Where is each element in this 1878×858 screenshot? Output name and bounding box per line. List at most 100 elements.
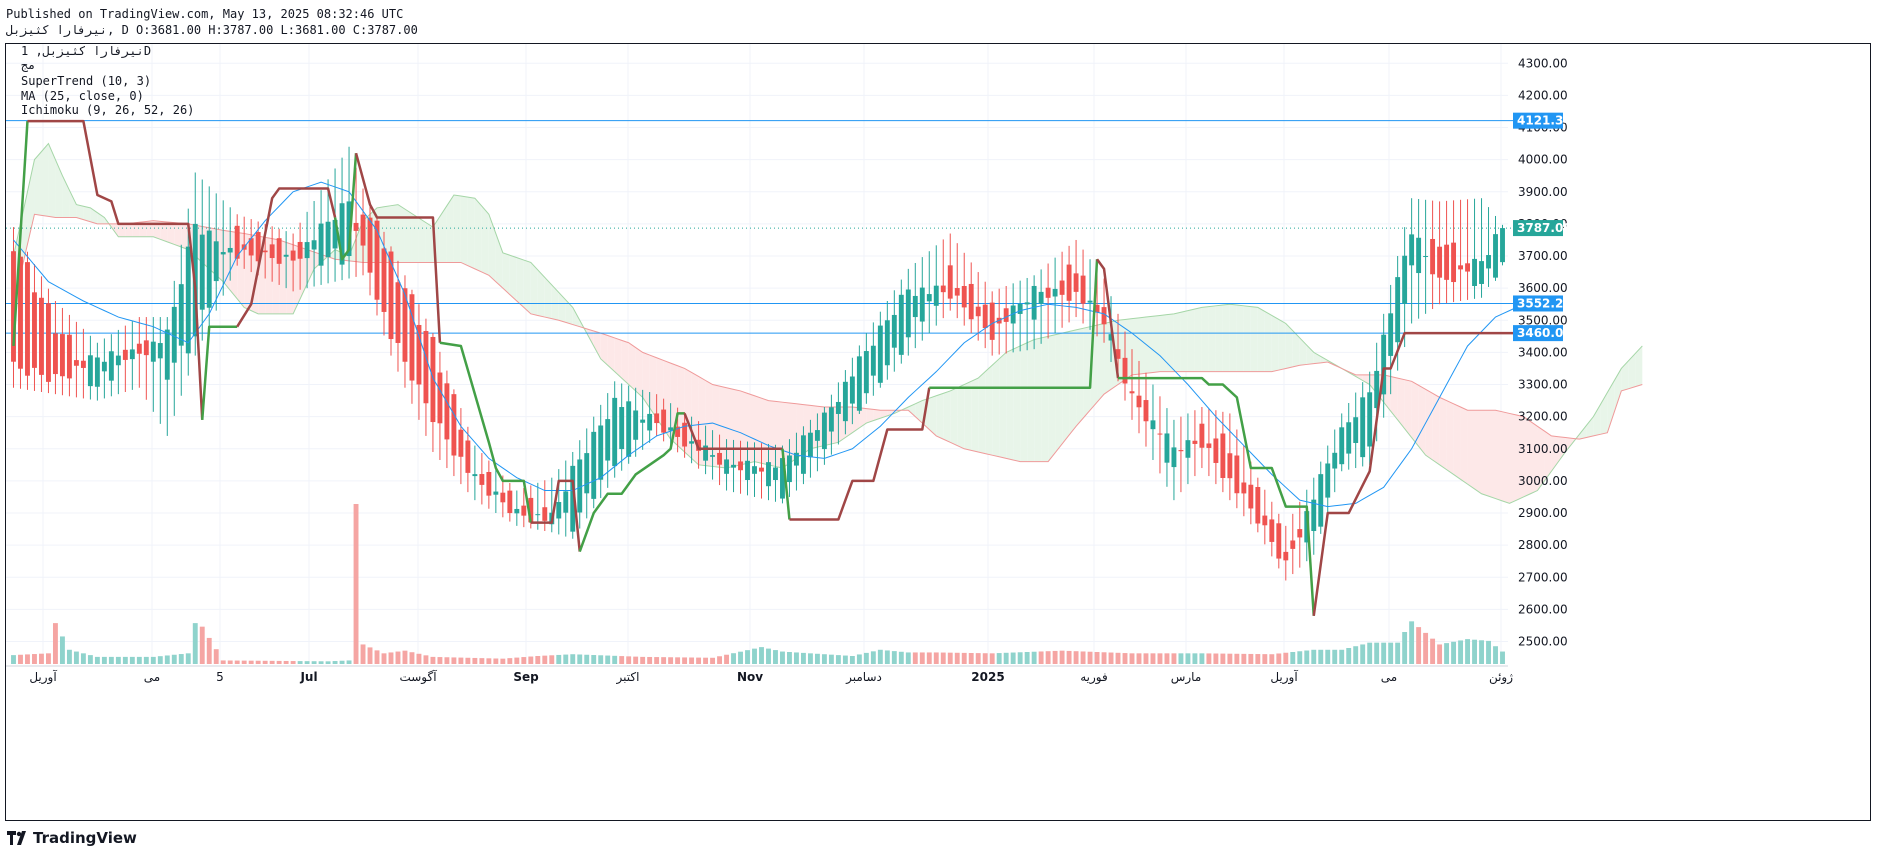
volume-bar bbox=[143, 656, 149, 664]
volume-bar bbox=[444, 657, 450, 664]
price-axis-tick: 3400.00 bbox=[1518, 345, 1568, 359]
cloud-segment bbox=[446, 194, 454, 263]
volume-bar bbox=[780, 651, 785, 664]
volume-bar bbox=[1101, 652, 1107, 664]
price-chart[interactable]: 4300.004200.004100.004000.003900.003800.… bbox=[6, 44, 1870, 820]
cloud-segment bbox=[936, 393, 944, 440]
chart-frame[interactable]: 4300.004200.004100.004000.003900.003800.… bbox=[5, 43, 1871, 821]
candle-body bbox=[143, 340, 149, 356]
cloud-segment bbox=[1460, 407, 1468, 485]
volume-bar bbox=[996, 653, 1002, 664]
legend-ichimoku[interactable]: Ichimoku (9, 26, 52, 26) bbox=[21, 103, 194, 117]
cloud-segment bbox=[621, 340, 629, 385]
volume-bar bbox=[367, 647, 373, 664]
candle-body bbox=[108, 351, 114, 381]
candle-body bbox=[129, 349, 135, 360]
cloud-segment bbox=[992, 358, 1000, 457]
tradingview-logo[interactable]: TradingView bbox=[7, 829, 137, 847]
candle-body bbox=[479, 474, 485, 485]
candle-body bbox=[297, 241, 303, 259]
candle-body bbox=[1003, 308, 1009, 322]
volume-bar bbox=[584, 654, 590, 664]
volume-bar bbox=[59, 636, 65, 664]
candle-body bbox=[1290, 540, 1296, 549]
cloud-segment bbox=[1488, 410, 1496, 499]
cloud-segment bbox=[34, 151, 42, 216]
candle-body bbox=[982, 304, 988, 329]
volume-bar bbox=[1360, 644, 1366, 664]
cloud-segment bbox=[1243, 305, 1251, 372]
volume-bar bbox=[724, 654, 729, 664]
candle-body bbox=[1402, 255, 1408, 304]
volume-bar bbox=[150, 656, 156, 664]
volume-bar bbox=[1451, 641, 1457, 664]
cloud-segment bbox=[460, 196, 468, 266]
cloud-segment bbox=[957, 384, 965, 449]
cloud-segment bbox=[1278, 319, 1286, 371]
volume-bar bbox=[689, 657, 695, 664]
candle-body bbox=[1101, 307, 1107, 325]
legend-supertrend[interactable]: SuperTrend (10, 3) bbox=[21, 74, 151, 88]
candle-body bbox=[1332, 452, 1338, 469]
cloud-segment bbox=[1481, 410, 1489, 497]
candle-body bbox=[905, 289, 911, 338]
volume-bar bbox=[94, 656, 100, 664]
candle-body bbox=[80, 360, 86, 368]
cloud-segment bbox=[733, 389, 741, 467]
candle-body bbox=[66, 334, 72, 379]
volume-bar bbox=[1185, 653, 1191, 664]
cloud-segment bbox=[1194, 307, 1202, 372]
candle-body bbox=[458, 429, 464, 457]
cloud-segment bbox=[1048, 334, 1056, 462]
volume-bar bbox=[465, 657, 471, 664]
candle-body bbox=[1220, 433, 1226, 478]
volume-bar bbox=[982, 653, 988, 664]
volume-bar bbox=[199, 626, 205, 664]
price-axis-tick: 3600.00 bbox=[1518, 281, 1568, 295]
cloud-segment bbox=[97, 212, 105, 224]
candle-body bbox=[1353, 417, 1359, 443]
candle-body bbox=[1430, 238, 1436, 275]
volume-bar bbox=[353, 504, 359, 664]
cloud-segment bbox=[1607, 380, 1615, 433]
volume-bar bbox=[1402, 632, 1408, 664]
volume-bar bbox=[388, 652, 394, 664]
volume-bar bbox=[1374, 642, 1380, 664]
candle-body bbox=[989, 302, 995, 340]
candle-body bbox=[717, 452, 722, 465]
cloud-segment bbox=[1628, 353, 1636, 389]
cloud-segment bbox=[397, 204, 405, 263]
legend-ma[interactable]: MA (25, close, 0) bbox=[21, 89, 144, 103]
candle-body bbox=[1122, 357, 1128, 384]
volume-bar bbox=[1353, 646, 1359, 664]
candle-body bbox=[961, 286, 967, 308]
candle-body bbox=[975, 306, 981, 317]
volume-bar bbox=[759, 647, 764, 664]
cloud-segment bbox=[1404, 379, 1412, 438]
time-axis-tick: اکتبر bbox=[616, 670, 640, 685]
candle-body bbox=[472, 474, 478, 477]
cloud-segment bbox=[1264, 311, 1272, 372]
candle-body bbox=[381, 248, 387, 312]
cloud-segment bbox=[1152, 315, 1160, 373]
cloud-segment bbox=[174, 222, 182, 248]
price-tag-label: 3460.00 bbox=[1517, 326, 1572, 340]
candle-body bbox=[1255, 486, 1261, 524]
candle-body bbox=[1136, 395, 1142, 408]
volume-bar bbox=[975, 653, 981, 664]
candle-body bbox=[1346, 422, 1352, 454]
cloud-segment bbox=[1159, 314, 1167, 372]
volume-bar bbox=[556, 654, 562, 664]
candle-body bbox=[367, 217, 373, 273]
volume-bar bbox=[416, 653, 422, 664]
volume-bar bbox=[1052, 650, 1058, 664]
volume-bar bbox=[437, 657, 443, 664]
cloud-segment bbox=[551, 284, 559, 321]
cloud-segment bbox=[971, 378, 979, 452]
volume-bar bbox=[206, 637, 212, 664]
candle-body bbox=[1024, 302, 1030, 305]
volume-bar bbox=[856, 654, 862, 664]
candle-body bbox=[157, 343, 163, 359]
candle-body bbox=[773, 467, 778, 481]
volume-bar bbox=[157, 656, 163, 664]
